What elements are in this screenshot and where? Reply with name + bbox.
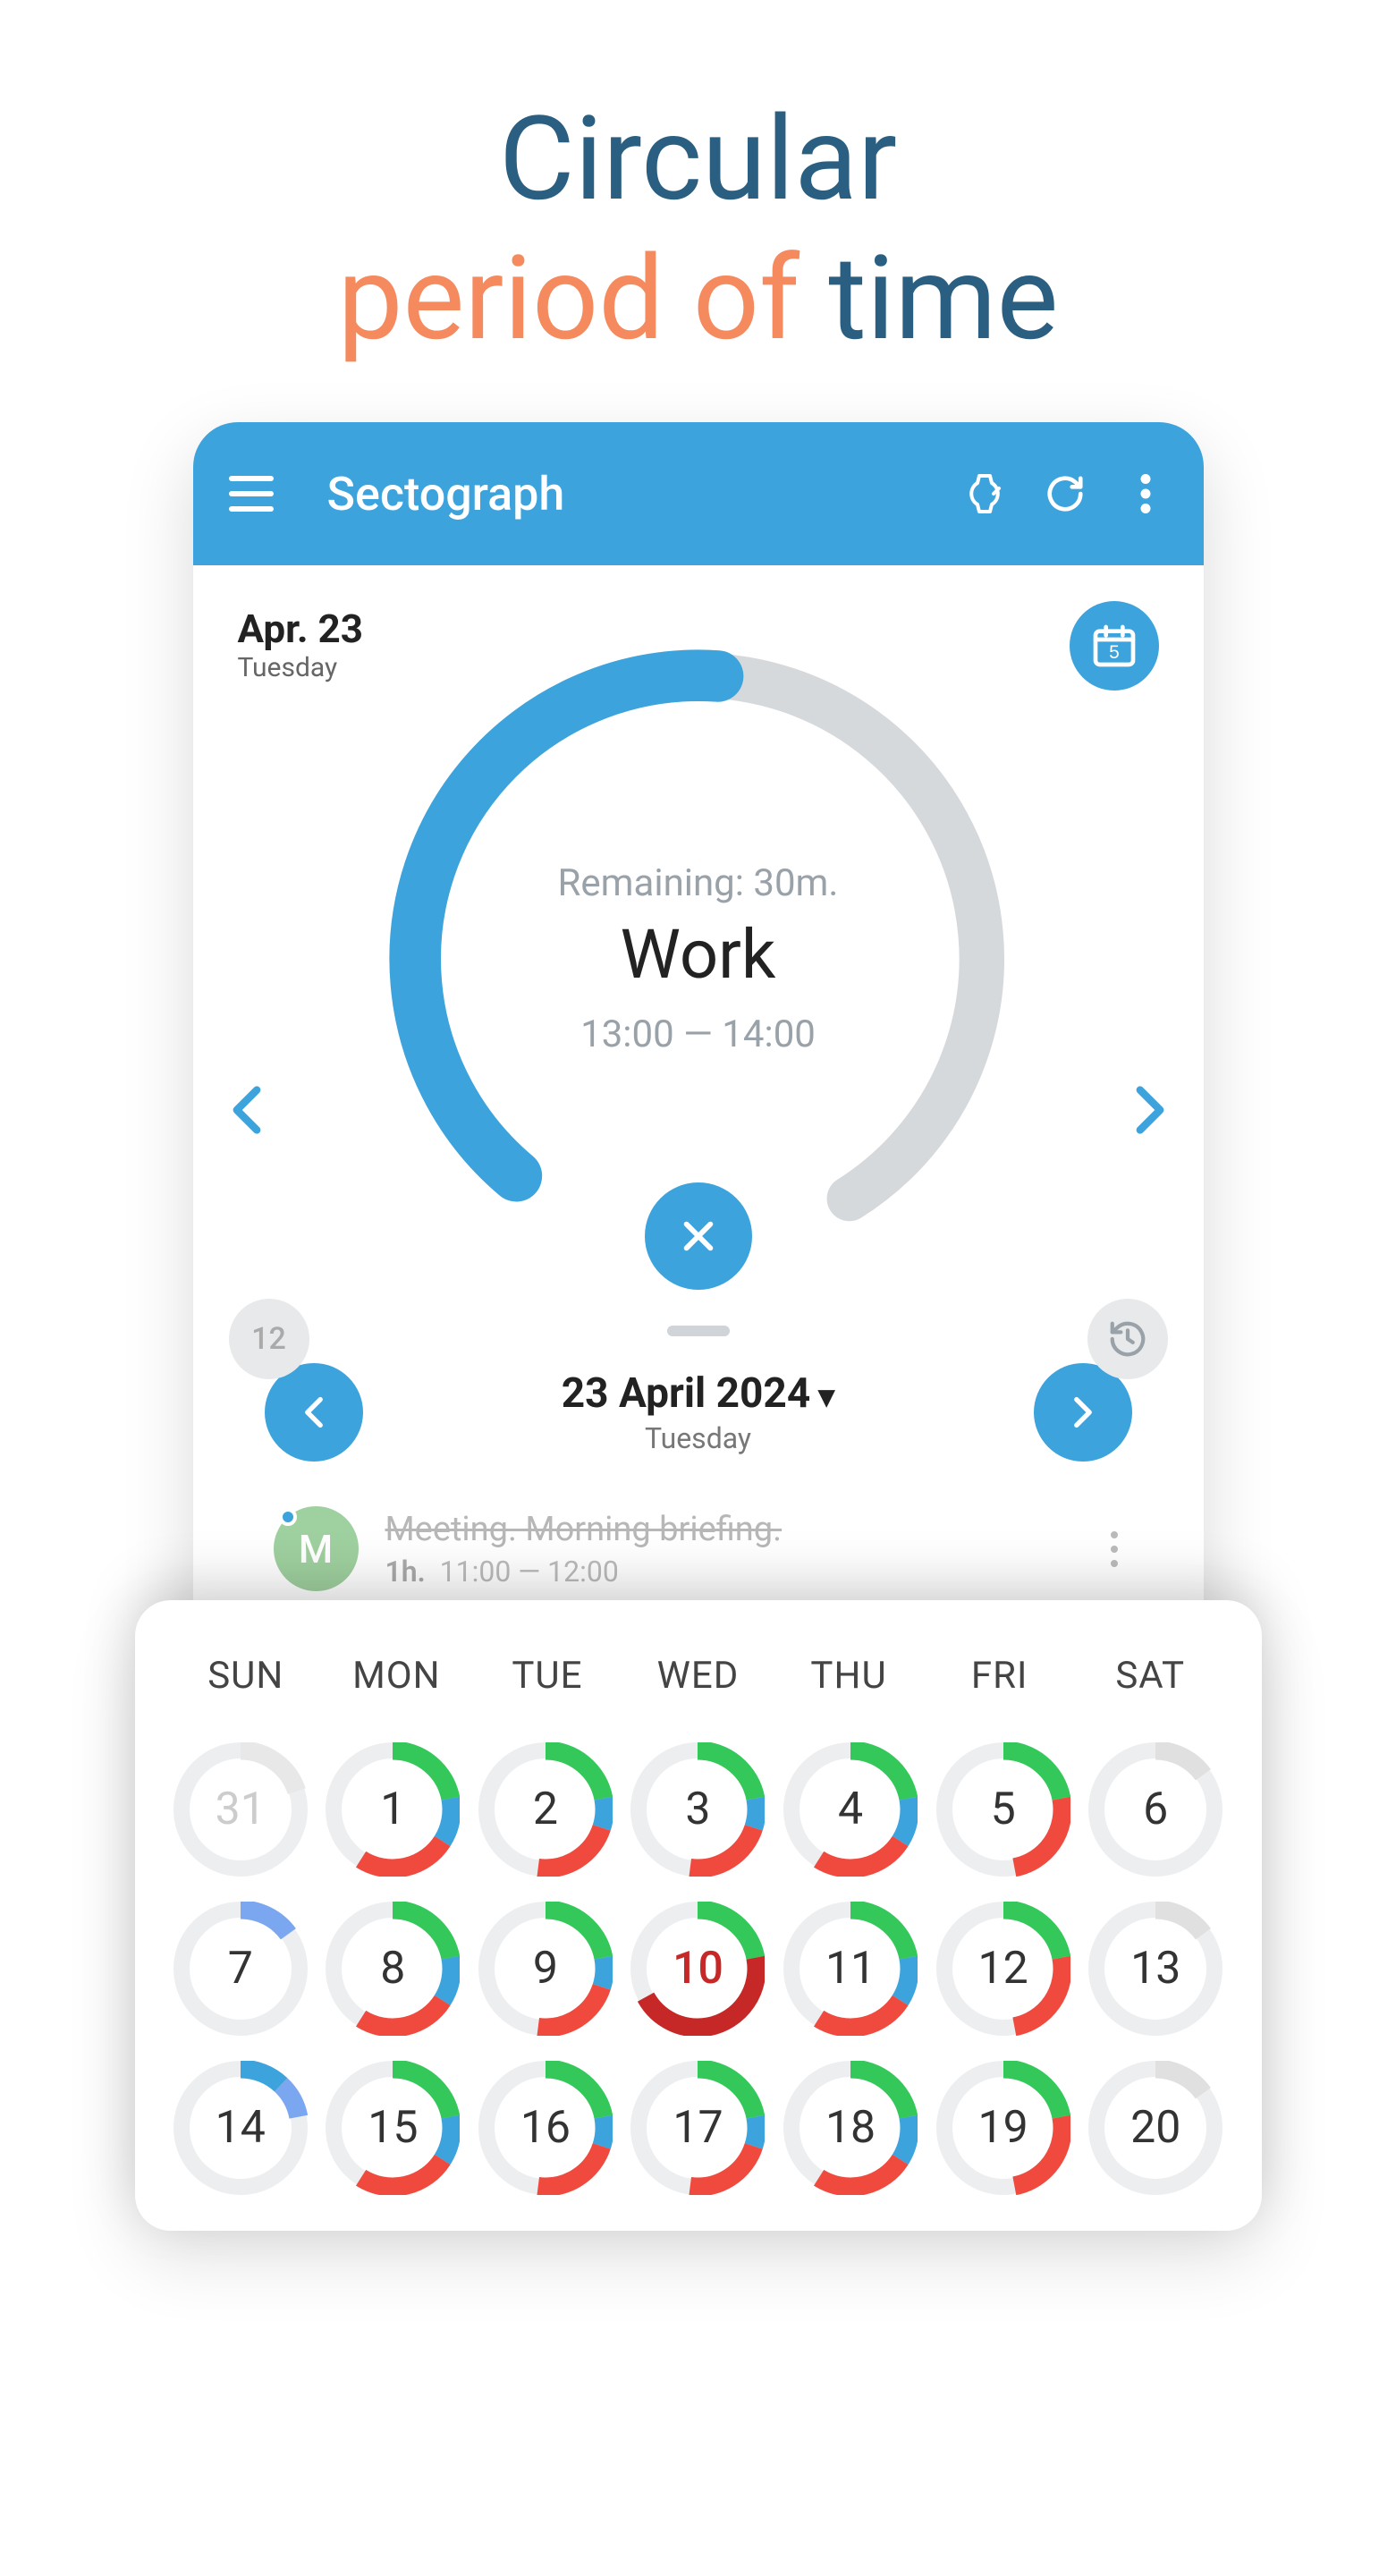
day-number: 16 (520, 2102, 571, 2154)
day-number: 3 (685, 1784, 710, 1835)
calendar-day[interactable]: 11 (783, 1902, 918, 2036)
hero-word-1: Circular (499, 90, 897, 227)
calendar-day[interactable]: 12 (936, 1902, 1070, 2036)
hero-word-2: period of (338, 230, 800, 367)
hour-mode-button[interactable]: 12 (229, 1299, 309, 1379)
day-number: 1 (380, 1784, 405, 1835)
progress-ring: 30m Remaining: 30m. Work 13:00 — 14:00 (376, 637, 1020, 1281)
calendar-day[interactable]: 10 (630, 1902, 765, 2036)
calendar-grid: 311234567891011121314151617181920 (171, 1742, 1226, 2195)
day-number: 7 (228, 1943, 253, 1995)
event-title: Meeting. Morning briefing. (385, 1510, 1070, 1549)
calendar-day[interactable]: 4 (783, 1742, 918, 1877)
history-button[interactable] (1087, 1299, 1168, 1379)
day-number: 19 (978, 2102, 1028, 2154)
day-number: 17 (673, 2102, 723, 2154)
hour-mode-label: 12 (251, 1321, 286, 1357)
calendar-day[interactable]: 7 (173, 1902, 308, 2036)
next-event-button[interactable] (1132, 1083, 1168, 1137)
calendar-day[interactable]: 1 (326, 1742, 460, 1877)
app-frame: Sectograph Apr. 23 Tuesday 5 (193, 422, 1204, 1654)
app-bar: Sectograph (193, 422, 1204, 565)
calendar-day[interactable]: 15 (326, 2061, 460, 2195)
day-number: 11 (825, 1943, 876, 1995)
weekday-wed: WED (622, 1654, 774, 1698)
calendar-fab[interactable]: 5 (1070, 601, 1159, 691)
weekday-fri: FRI (924, 1654, 1075, 1698)
day-number: 12 (978, 1943, 1028, 1995)
calendar-day[interactable]: 20 (1088, 2061, 1223, 2195)
weekday: Tuesday (238, 652, 364, 683)
weekday-header: SUN MON TUE WED THU FRI SAT (171, 1654, 1226, 1698)
day-number: 5 (991, 1784, 1016, 1835)
calendar-day[interactable]: 31 (173, 1742, 308, 1877)
calendar-day[interactable]: 19 (936, 2061, 1070, 2195)
date-short: Apr. 23 (238, 606, 364, 652)
calendar-day[interactable]: 13 (1088, 1902, 1223, 2036)
remaining-label: Remaining: 30m. (558, 861, 839, 905)
day-number: 10 (673, 1943, 723, 1995)
day-number: 15 (368, 2102, 418, 2154)
menu-icon[interactable] (229, 476, 274, 512)
calendar-day[interactable]: 8 (326, 1902, 460, 2036)
day-number: 8 (380, 1943, 405, 1995)
weekday-mon: MON (321, 1654, 472, 1698)
hero-title: Circular period of time (338, 89, 1059, 369)
weekday-sun: SUN (171, 1654, 322, 1698)
calendar-day[interactable]: 5 (936, 1742, 1070, 1877)
calendar-day[interactable]: 6 (1088, 1742, 1223, 1877)
event-badge-letter: M (299, 1526, 333, 1572)
event-time: 11:00 — 12:00 (440, 1555, 619, 1589)
event-duration: 1h. (385, 1555, 426, 1589)
day-number: 9 (533, 1943, 558, 1995)
appbar-actions (962, 471, 1168, 516)
event-status-dot-icon (279, 1508, 297, 1526)
calendar-day[interactable]: 14 (173, 2061, 308, 2195)
svg-text:5: 5 (1109, 642, 1120, 663)
day-number: 2 (533, 1784, 558, 1835)
overflow-menu-icon[interactable] (1123, 471, 1168, 516)
current-date: Apr. 23 Tuesday (238, 606, 364, 683)
date-picker-trigger[interactable]: 23 April 2024 Tuesday (562, 1369, 835, 1455)
event-more-icon[interactable] (1096, 1513, 1132, 1585)
refresh-icon[interactable] (1043, 471, 1087, 516)
calendar-day[interactable]: 17 (630, 2061, 765, 2195)
calendar-day[interactable]: 16 (478, 2061, 613, 2195)
main-card: Apr. 23 Tuesday 5 30m Remaining: 30m. Wo… (193, 565, 1204, 1654)
day-number: 13 (1130, 1943, 1180, 1995)
prev-event-button[interactable] (229, 1083, 265, 1137)
day-number: 14 (216, 2102, 266, 2154)
weekday-tue: TUE (472, 1654, 623, 1698)
weekday-thu: THU (774, 1654, 925, 1698)
weekday-sat: SAT (1075, 1654, 1226, 1698)
task-time-range: 13:00 — 14:00 (580, 1013, 816, 1056)
full-date: 23 April 2024 (562, 1369, 835, 1418)
hero-word-3: time (828, 230, 1058, 367)
close-button[interactable] (645, 1182, 752, 1290)
calendar-day[interactable]: 3 (630, 1742, 765, 1877)
calendar-day[interactable]: 18 (783, 2061, 918, 2195)
day-number: 31 (216, 1784, 266, 1835)
event-text: Meeting. Morning briefing. 1h. 11:00 — 1… (385, 1510, 1070, 1589)
task-name: Work (621, 914, 776, 995)
day-number: 18 (825, 2102, 876, 2154)
day-number: 4 (838, 1784, 863, 1835)
full-weekday: Tuesday (562, 1421, 835, 1455)
event-subtitle: 1h. 11:00 — 12:00 (385, 1555, 1070, 1589)
day-number: 20 (1130, 2102, 1180, 2154)
watch-sync-icon[interactable] (962, 471, 1007, 516)
calendar-day[interactable]: 9 (478, 1902, 613, 2036)
app-title: Sectograph (327, 467, 962, 521)
date-navigator: 23 April 2024 Tuesday (229, 1354, 1168, 1488)
drag-handle[interactable] (667, 1326, 730, 1336)
event-badge: M (274, 1506, 359, 1591)
calendar-month-sheet: SUN MON TUE WED THU FRI SAT 311234567891… (135, 1600, 1262, 2231)
day-number: 6 (1143, 1784, 1168, 1835)
calendar-day[interactable]: 2 (478, 1742, 613, 1877)
